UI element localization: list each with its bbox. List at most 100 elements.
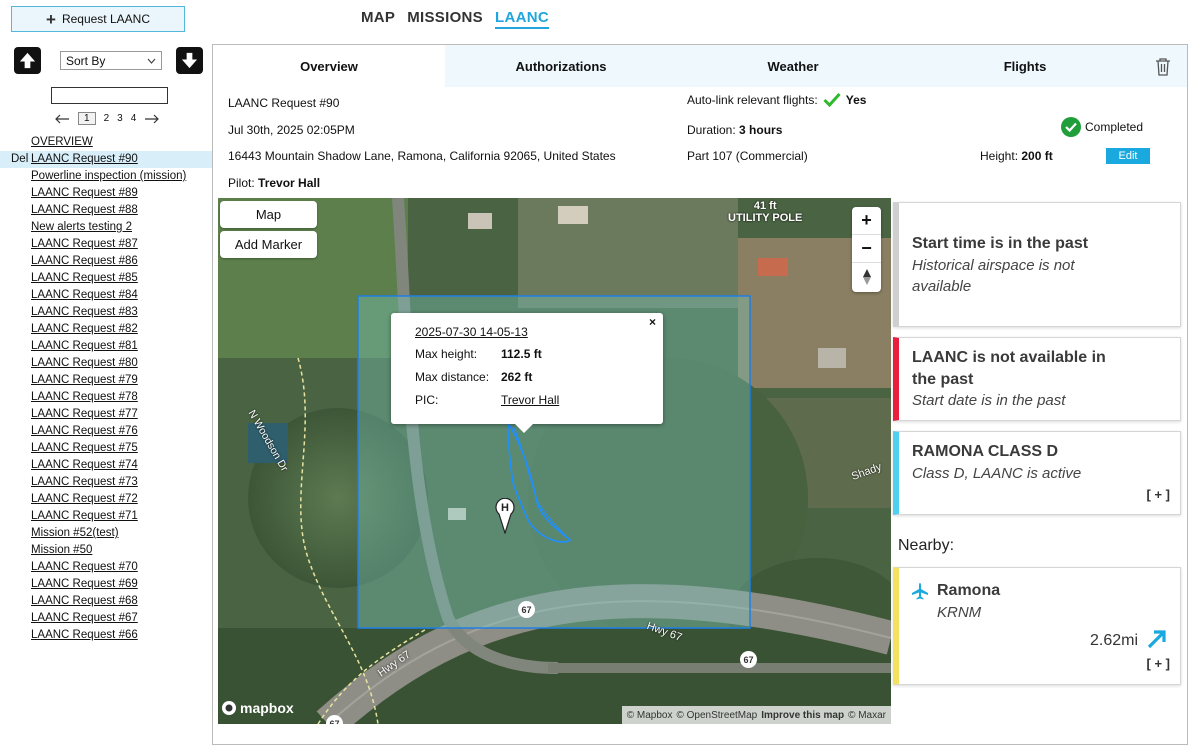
airport-name: Ramona: [937, 582, 1001, 599]
sidebar-item-label: LAANC Request #77: [31, 408, 138, 420]
nav-laanc[interactable]: LAANC: [494, 9, 549, 29]
edit-button[interactable]: Edit: [1106, 148, 1150, 164]
alert-title: RAMONA CLASS D: [912, 443, 1059, 460]
sidebar-item[interactable]: Mission #52(test): [0, 525, 212, 542]
sidebar-item-label: LAANC Request #73: [31, 476, 138, 488]
tab-weather[interactable]: Weather: [677, 45, 909, 87]
sort-by-select[interactable]: Sort By: [60, 51, 162, 70]
request-laanc-button[interactable]: + Request LAANC: [11, 6, 185, 32]
sidebar-item[interactable]: New alerts testing 2: [0, 219, 212, 236]
delete-link[interactable]: Del: [11, 151, 28, 168]
zoom-in-button[interactable]: +: [852, 207, 881, 235]
sidebar-item[interactable]: LAANC Request #74: [0, 457, 212, 474]
sidebar-item[interactable]: LAANC Request #68: [0, 593, 212, 610]
popup-pic-link[interactable]: Trevor Hall: [501, 393, 559, 407]
arrow-left-icon[interactable]: [54, 114, 70, 124]
sidebar-item-label: LAANC Request #72: [31, 493, 138, 505]
obstacle-label: 41 ft UTILITY POLE: [728, 200, 802, 224]
nav-missions[interactable]: MISSIONS: [407, 9, 483, 29]
arrow-right-icon[interactable]: [144, 114, 160, 124]
zoom-out-button[interactable]: −: [852, 235, 881, 263]
alert-subtitle: Historical airspace is not: [912, 257, 1075, 274]
sort-descending-button[interactable]: [176, 47, 203, 74]
sidebar-item-label: LAANC Request #83: [31, 306, 138, 318]
attribution-mapbox[interactable]: © Mapbox: [627, 710, 673, 721]
sidebar-item[interactable]: LAANC Request #70: [0, 559, 212, 576]
sidebar-item-label: LAANC Request #68: [31, 595, 138, 607]
request-address: 16443 Mountain Shadow Lane, Ramona, Cali…: [228, 149, 616, 163]
zoom-controls: + −: [852, 207, 881, 292]
sidebar-item[interactable]: LAANC Request #66: [0, 627, 212, 644]
part-type: Part 107 (Commercial): [687, 149, 808, 163]
sidebar-item-label: LAANC Request #76: [31, 425, 138, 437]
tab-flights[interactable]: Flights: [909, 45, 1141, 87]
popup-date-link[interactable]: 2025-07-30 14-05-13: [415, 325, 528, 339]
sidebar-item[interactable]: LAANC Request #85: [0, 270, 212, 287]
tab-overview[interactable]: Overview: [213, 45, 445, 87]
popup-close-button[interactable]: ×: [649, 315, 656, 329]
trash-icon[interactable]: [1155, 57, 1171, 76]
sidebar-item[interactable]: LAANC Request #75: [0, 440, 212, 457]
sidebar-item-overview[interactable]: OVERVIEW: [0, 134, 212, 151]
sidebar-item[interactable]: LAANC Request #78: [0, 389, 212, 406]
alert-subtitle: Start date is in the past: [912, 392, 1066, 409]
sidebar-search-input[interactable]: [51, 87, 168, 104]
sidebar-item[interactable]: Powerline inspection (mission): [0, 168, 212, 185]
page-2[interactable]: 2: [104, 113, 110, 124]
page-3[interactable]: 3: [117, 113, 123, 124]
attribution-maxar[interactable]: © Maxar: [848, 710, 886, 721]
sidebar-item[interactable]: LAANC Request #84: [0, 287, 212, 304]
expand-button[interactable]: [ + ]: [1147, 487, 1170, 502]
sidebar-item[interactable]: LAANC Request #83: [0, 304, 212, 321]
sidebar-item-label: LAANC Request #67: [31, 612, 138, 624]
sidebar-item[interactable]: LAANC Request #88: [0, 202, 212, 219]
sidebar-item[interactable]: LAANC Request #81: [0, 338, 212, 355]
request-title: LAANC Request #90: [228, 96, 340, 110]
alert-title: the past: [912, 371, 974, 388]
compass-button[interactable]: [852, 263, 881, 291]
sidebar-item[interactable]: LAANC Request #67: [0, 610, 212, 627]
sidebar-item[interactable]: LAANC Request #76: [0, 423, 212, 440]
attribution-osm[interactable]: © OpenStreetMap: [677, 710, 758, 721]
sidebar-item[interactable]: LAANC Request #69: [0, 576, 212, 593]
map-style-button[interactable]: Map: [220, 201, 317, 228]
sidebar-item[interactable]: LAANC Request #80: [0, 355, 212, 372]
sidebar-item[interactable]: Del LAANC Request #90: [0, 151, 212, 168]
page-4[interactable]: 4: [131, 113, 137, 124]
sidebar-item[interactable]: LAANC Request #89: [0, 185, 212, 202]
sidebar-item[interactable]: LAANC Request #82: [0, 321, 212, 338]
sidebar-item[interactable]: LAANC Request #77: [0, 406, 212, 423]
sidebar-item[interactable]: LAANC Request #72: [0, 491, 212, 508]
page-1[interactable]: 1: [78, 112, 96, 125]
plus-icon: +: [46, 9, 56, 29]
sidebar-item-label: LAANC Request #79: [31, 374, 138, 386]
nav-map[interactable]: MAP: [361, 9, 395, 29]
sidebar-item[interactable]: LAANC Request #87: [0, 236, 212, 253]
sidebar-item[interactable]: LAANC Request #79: [0, 372, 212, 389]
alert-card-class-d: RAMONA CLASS D Class D, LAANC is active …: [893, 431, 1181, 515]
tab-authorizations[interactable]: Authorizations: [445, 45, 677, 87]
alert-card-past-start: Start time is in the past Historical air…: [893, 202, 1181, 327]
request-datetime: Jul 30th, 2025 02:05PM: [228, 123, 355, 137]
mapbox-logo-icon: [222, 701, 236, 715]
airport-distance: 2.62mi: [1089, 632, 1138, 649]
map-view[interactable]: 41 ft UTILITY POLE N Woodson Dr Hwy 67 H…: [218, 198, 891, 724]
add-marker-button[interactable]: Add Marker: [220, 231, 317, 258]
improve-map-link[interactable]: Improve this map: [761, 710, 844, 721]
popup-pic-label: PIC:: [415, 393, 439, 407]
sort-ascending-button[interactable]: [14, 47, 41, 74]
obstacle-height: 41 ft: [753, 200, 777, 212]
height-row: Height: 200 ft: [980, 149, 1053, 163]
home-marker[interactable]: H: [495, 498, 515, 534]
expand-button[interactable]: [ + ]: [1147, 656, 1170, 671]
sidebar-item[interactable]: LAANC Request #73: [0, 474, 212, 491]
sidebar-item-label: LAANC Request #74: [31, 459, 138, 471]
obstacle-name: UTILITY POLE: [728, 212, 803, 224]
mapbox-logo[interactable]: mapbox: [221, 700, 294, 716]
popup-max-height-value: 112.5 ft: [501, 347, 542, 361]
sidebar-item[interactable]: Mission #50: [0, 542, 212, 559]
popup-max-height-label: Max height:: [415, 347, 478, 361]
sidebar-item[interactable]: LAANC Request #86: [0, 253, 212, 270]
sidebar-item-label: LAANC Request #81: [31, 340, 138, 352]
sidebar-item[interactable]: LAANC Request #71: [0, 508, 212, 525]
